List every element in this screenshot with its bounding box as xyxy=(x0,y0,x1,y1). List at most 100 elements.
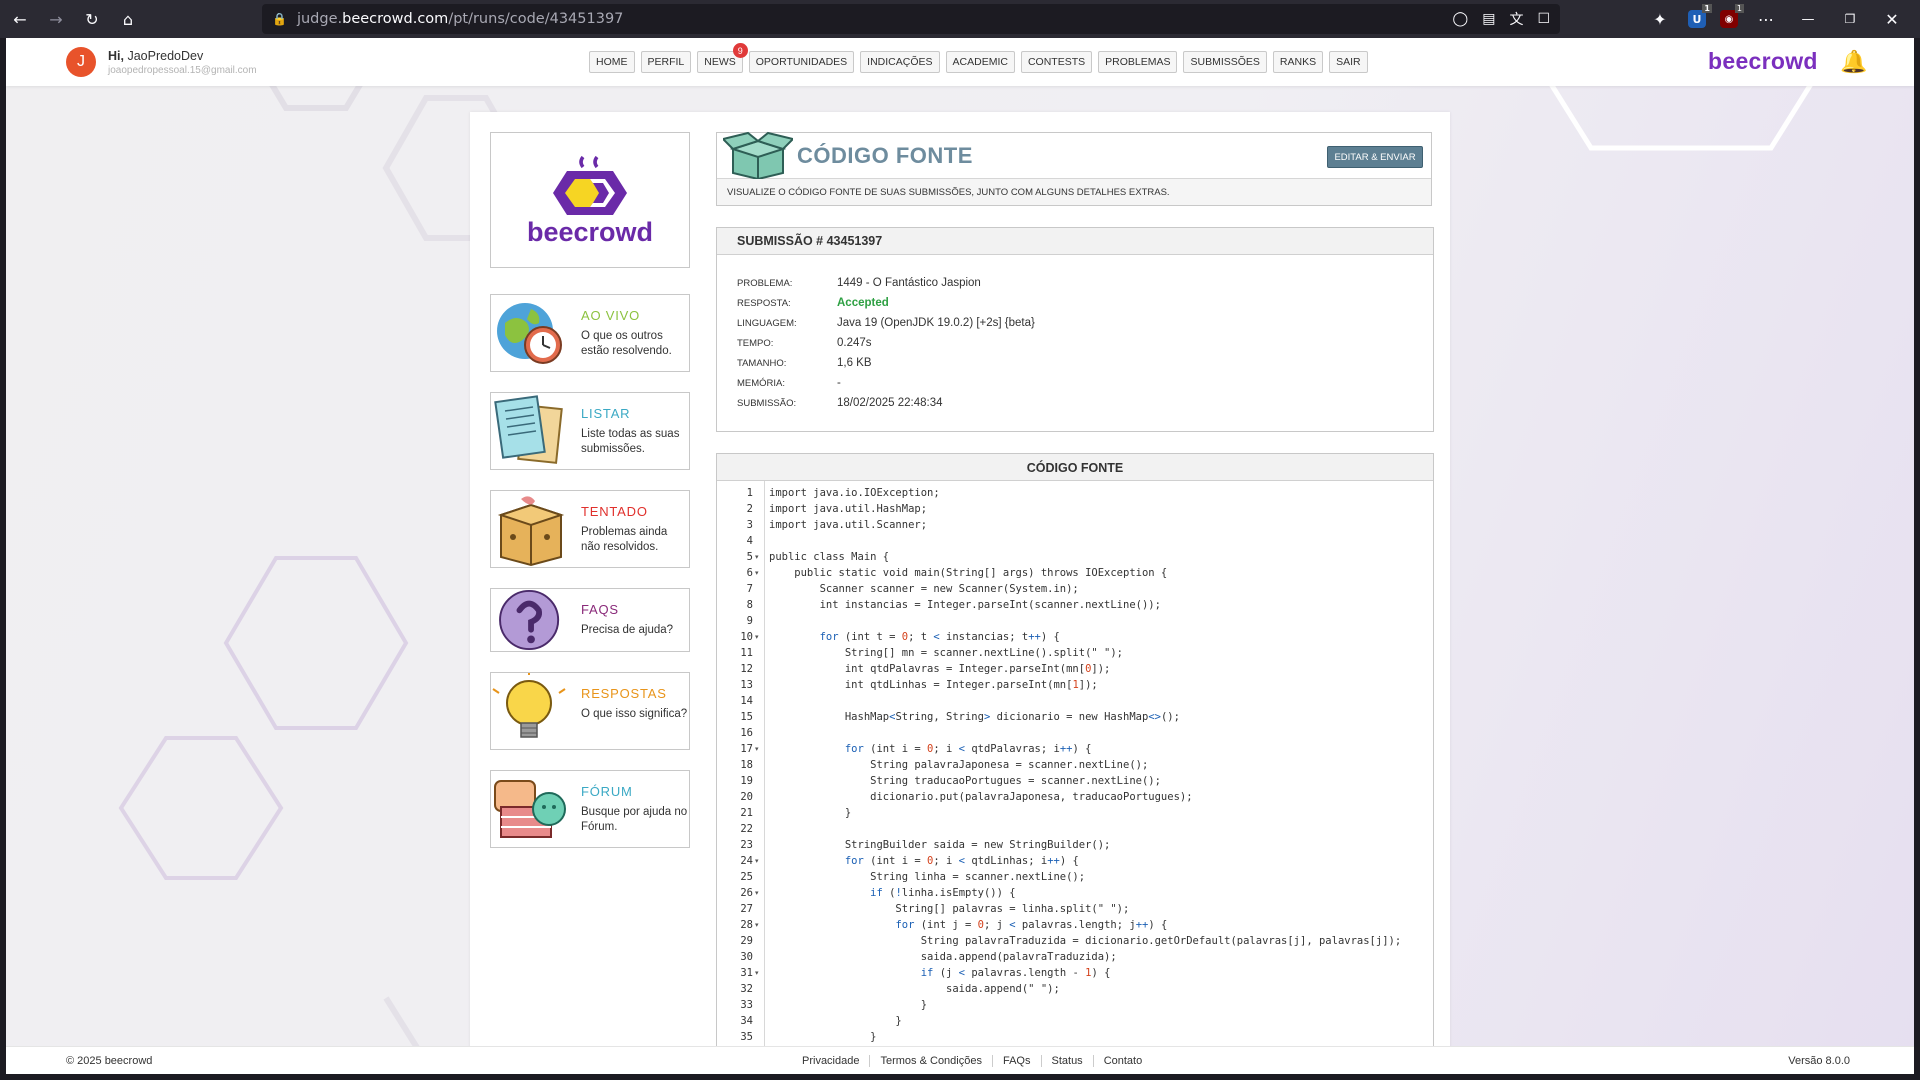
restore-icon[interactable]: ❐ xyxy=(1836,5,1864,33)
url-bar[interactable]: 🔒 judge.beecrowd.com/pt/runs/code/434513… xyxy=(262,4,1560,34)
fold-toggle-icon[interactable]: ▾ xyxy=(755,629,759,645)
extension-badge: 1 xyxy=(1734,4,1744,13)
info-key: TAMANHO: xyxy=(737,357,787,369)
line-number: 9 xyxy=(746,615,753,627)
sidebar-item-listar[interactable]: LISTAR Liste todas as suas submissões. xyxy=(490,392,690,470)
line-number: 7 xyxy=(746,583,753,595)
fold-toggle-icon[interactable]: ▾ xyxy=(755,885,759,901)
info-value: 0.247s xyxy=(837,337,872,349)
fold-toggle-icon[interactable]: ▾ xyxy=(755,965,759,981)
username[interactable]: JaoPredoDev xyxy=(127,49,203,63)
menu-ranks[interactable]: RANKS xyxy=(1272,51,1324,73)
footer-link-faqs[interactable]: FAQs xyxy=(991,1055,1041,1067)
copyright: © 2025 beecrowd xyxy=(66,1055,153,1067)
sidebar-item-forum[interactable]: FÓRUM Busque por ajuda no Fórum. xyxy=(490,770,690,848)
menu-home[interactable]: HOME xyxy=(589,51,635,73)
sidebar-item-respostas[interactable]: RESPOSTAS O que isso significa? xyxy=(490,672,690,750)
footer-link-status[interactable]: Status xyxy=(1040,1055,1093,1067)
footer-link-privacidade[interactable]: Privacidade xyxy=(792,1055,869,1067)
menu-icon[interactable]: ⋯ xyxy=(1752,5,1780,33)
line-number: 17 xyxy=(740,743,753,755)
line-number: 3 xyxy=(746,519,753,531)
code-editor[interactable]: 1 import java.io.IOException; 2 import java… xyxy=(717,481,1433,1074)
close-window-icon[interactable]: ✕ xyxy=(1878,5,1906,33)
sidebar-item-tentado[interactable]: TENTADO Problemas ainda não resolvidos. xyxy=(490,490,690,568)
bell-icon[interactable]: 🔔 xyxy=(1840,50,1867,75)
extensions-icon[interactable]: ✦ xyxy=(1646,5,1674,33)
extension-ublock-icon[interactable]: ◉ 1 xyxy=(1720,4,1744,28)
reader-view-icon[interactable]: ▤ xyxy=(1482,11,1495,27)
line-number: 24 xyxy=(740,855,753,867)
question-icon xyxy=(499,589,560,651)
code-line: dicionario.put(palavraJaponesa, traducao… xyxy=(769,791,1193,803)
extension-badge: 1 xyxy=(1702,4,1712,13)
user-email: joaopedropessoal.15@gmail.com xyxy=(108,65,257,76)
chat-icon xyxy=(494,780,566,838)
line-number: 14 xyxy=(740,695,753,707)
info-value: 1,6 KB xyxy=(837,357,872,369)
line-number: 10 xyxy=(740,631,753,643)
menu-news[interactable]: NEWS 9 xyxy=(697,43,748,73)
forward-icon[interactable]: → xyxy=(42,5,70,33)
problem-link[interactable]: 1449 - O Fantástico Jaspion xyxy=(837,277,981,289)
code-line: String palavraTraduzida = dicionario.get… xyxy=(769,935,1402,947)
sidebar-item-desc: O que os outros estão resolvendo. xyxy=(581,330,672,357)
fold-toggle-icon[interactable]: ▾ xyxy=(755,741,759,757)
reload-icon[interactable]: ↻ xyxy=(78,5,106,33)
fold-toggle-icon[interactable]: ▾ xyxy=(755,853,759,869)
menu-sair[interactable]: SAIR xyxy=(1329,51,1368,73)
line-number: 21 xyxy=(740,807,753,819)
source-code-panel: CÓDIGO FONTE 1 import java.io.IOException… xyxy=(716,453,1434,1074)
menu-contests[interactable]: CONTESTS xyxy=(1020,51,1093,73)
sidebar-item-ao-vivo[interactable]: AO VIVO O que os outros estão resolvendo… xyxy=(490,294,690,372)
menu-academic[interactable]: ACADEMIC xyxy=(945,51,1015,73)
open-box-icon xyxy=(723,131,793,179)
menu-problemas[interactable]: PROBLEMAS xyxy=(1098,51,1178,73)
footer-link-contato[interactable]: Contato xyxy=(1092,1055,1153,1067)
back-icon[interactable]: ← xyxy=(6,5,34,33)
line-number: 30 xyxy=(740,951,753,963)
info-value: 18/02/2025 22:48:34 xyxy=(837,397,943,409)
brand-logo[interactable]: beecrowd xyxy=(1708,48,1818,75)
sidebar-item-desc: Precisa de ajuda? xyxy=(581,624,674,636)
sidebar-item-title: RESPOSTAS xyxy=(581,686,667,701)
menu-perfil[interactable]: PERFIL xyxy=(640,51,692,73)
bookmark-icon[interactable]: ☐ xyxy=(1537,11,1550,27)
info-value: Java 19 (OpenJDK 19.0.2) [+2s] {beta} xyxy=(837,317,1035,329)
edit-and-submit-button[interactable]: EDITAR & ENVIAR xyxy=(1327,146,1423,168)
menu-indicacoes[interactable]: INDICAÇÕES xyxy=(860,51,940,73)
extension-u-icon[interactable]: U1 xyxy=(1688,4,1712,28)
code-line: int instancias = Integer.parseInt(scanne… xyxy=(769,599,1161,611)
main-menu: HOME PERFIL NEWS 9 OPORTUNIDADES INDICAÇÕ… xyxy=(589,43,1368,73)
site-header: J Hi, JaoPredoDev joaopedropessoal.15@gm… xyxy=(6,38,1914,86)
fold-toggle-icon[interactable]: ▾ xyxy=(755,549,759,565)
info-key: MEMÓRIA: xyxy=(737,377,786,389)
sidebar-item-title: AO VIVO xyxy=(581,308,641,323)
footer-link-termos[interactable]: Termos & Condições xyxy=(869,1055,992,1067)
line-number: 32 xyxy=(740,983,753,995)
info-row-linguagem: LINGUAGEM: Java 19 (OpenJDK 19.0.2) [+2s… xyxy=(737,314,1035,332)
page-header-top: CÓDIGO FONTE EDITAR & ENVIAR xyxy=(717,131,1431,179)
fold-toggle-icon[interactable]: ▾ xyxy=(755,917,759,933)
avatar[interactable]: J xyxy=(66,47,96,77)
home-icon[interactable]: ⌂ xyxy=(114,5,142,33)
news-badge: 9 xyxy=(732,43,748,58)
line-number: 15 xyxy=(740,711,753,723)
line-number: 23 xyxy=(740,839,753,851)
line-number: 28 xyxy=(740,919,753,931)
shield-icon[interactable]: ◯ xyxy=(1453,11,1469,27)
sidebar-item-title: FÓRUM xyxy=(581,784,633,799)
sidebar-item-faqs[interactable]: FAQS Precisa de ajuda? xyxy=(490,588,690,652)
menu-submissoes[interactable]: SUBMISSÕES xyxy=(1183,51,1267,73)
line-number: 13 xyxy=(740,679,753,691)
line-number: 2 xyxy=(746,503,753,515)
menu-oportunidades[interactable]: OPORTUNIDADES xyxy=(748,51,855,73)
translate-icon[interactable]: 文 xyxy=(1509,9,1523,29)
beecrowd-logo-box[interactable]: beecrowd xyxy=(490,132,690,268)
minimize-icon[interactable]: — xyxy=(1794,5,1822,33)
box-icon xyxy=(497,496,565,567)
footer-links: Privacidade Termos & Condições FAQs Stat… xyxy=(792,1055,1152,1067)
url-text[interactable]: judge.beecrowd.com/pt/runs/code/43451397 xyxy=(297,11,623,27)
page-viewport: J Hi, JaoPredoDev joaopedropessoal.15@gm… xyxy=(6,38,1914,1074)
fold-toggle-icon[interactable]: ▾ xyxy=(755,565,759,581)
